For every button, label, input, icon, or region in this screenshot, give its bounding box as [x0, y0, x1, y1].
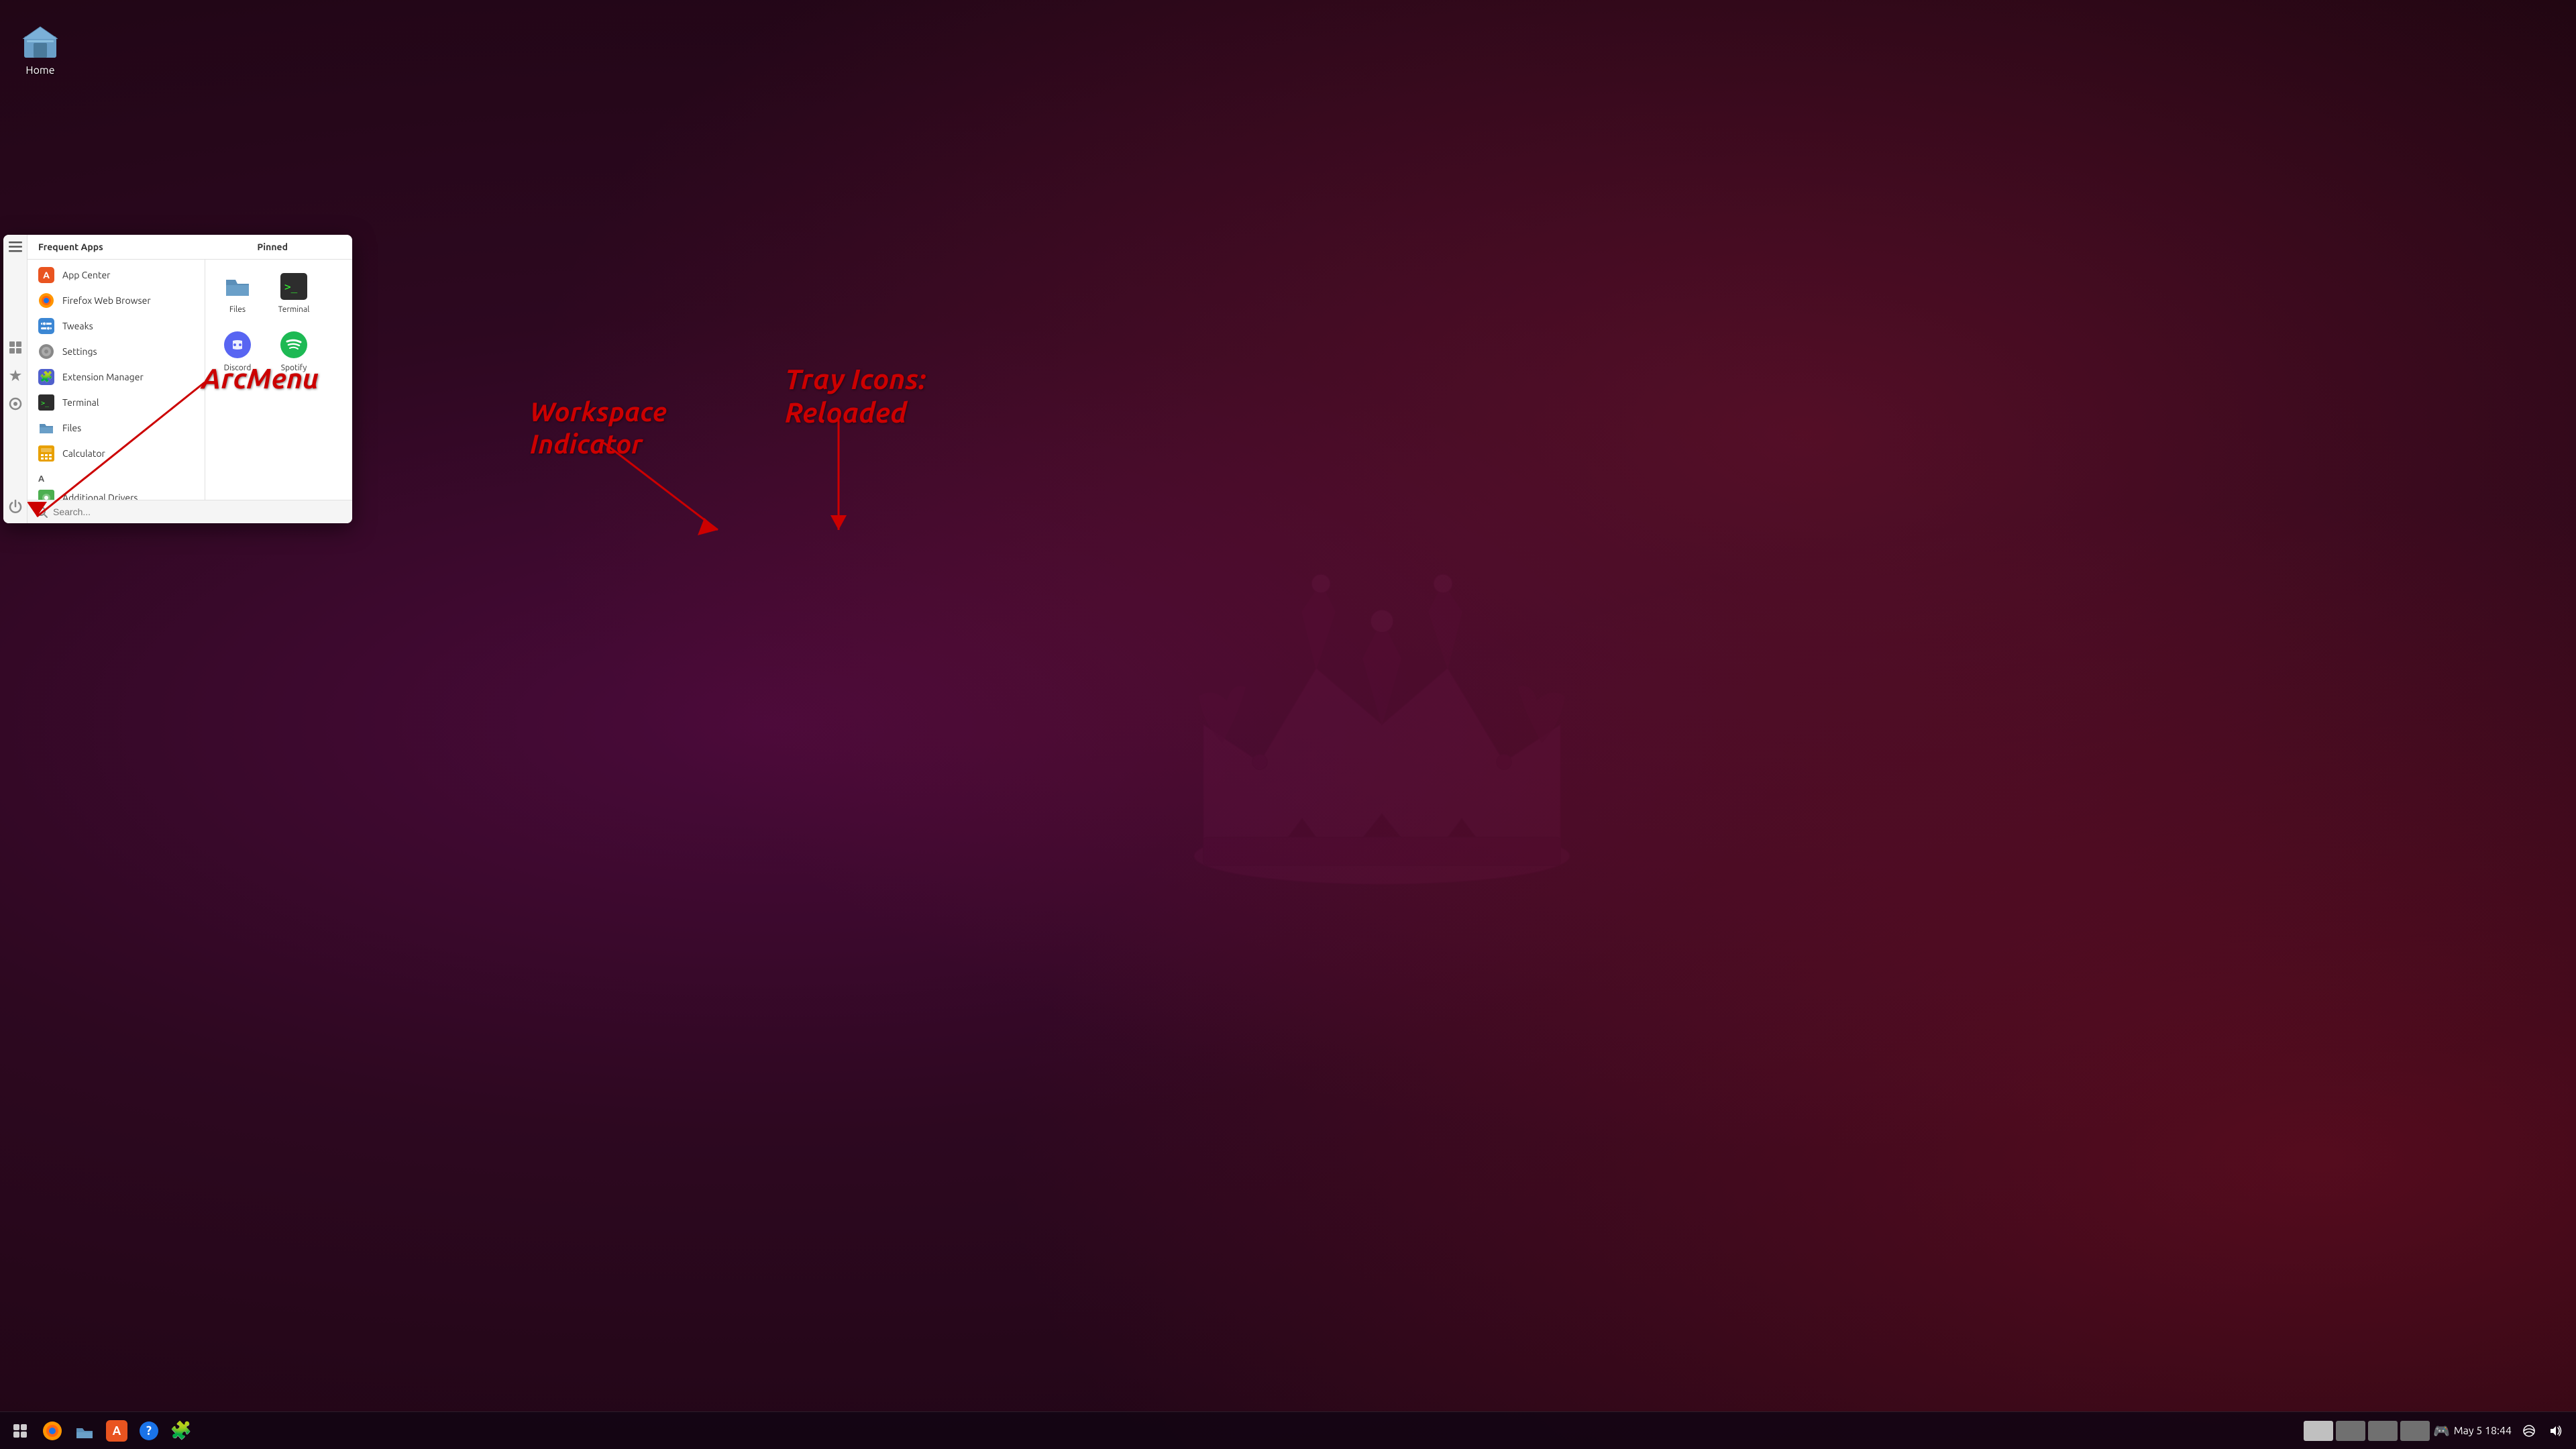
extension-label: Extension Manager — [62, 372, 144, 382]
arcmenu-sections: A App Center — [28, 260, 352, 500]
frequent-apps-header: Frequent Apps — [38, 241, 103, 252]
pinned-header: Pinned — [257, 241, 341, 252]
files-icon — [38, 420, 54, 436]
terminal-label: Terminal — [62, 397, 99, 408]
crown-watermark — [1147, 523, 1617, 926]
menu-item-terminal[interactable]: >_ Terminal — [28, 390, 205, 415]
menu-item-appcenter[interactable]: A App Center — [28, 262, 205, 288]
workspace-1[interactable] — [2304, 1421, 2333, 1441]
taskbar-files[interactable] — [70, 1416, 99, 1446]
pinned-discord-label: Discord — [224, 364, 252, 372]
taskbar: A ? 🧩 🎮 May 5 18:44 — [0, 1411, 2576, 1449]
files-label: Files — [62, 423, 81, 433]
additional-drivers-icon — [38, 490, 54, 500]
menu-item-settings[interactable]: Settings — [28, 339, 205, 364]
tweaks-icon — [38, 318, 54, 334]
svg-text:A: A — [113, 1424, 121, 1438]
taskbar-activities-button[interactable] — [5, 1416, 35, 1446]
menu-item-extension[interactable]: 🧩 Extension Manager — [28, 364, 205, 390]
taskbar-game-icon[interactable]: 🎮 — [2432, 1421, 2451, 1440]
section-letter-a: A — [28, 472, 205, 485]
additional-drivers-label: Additional Drivers — [62, 492, 138, 500]
pinned-spotify-icon — [279, 330, 309, 360]
pinned-spotify-label: Spotify — [281, 364, 307, 372]
taskbar-help[interactable]: ? — [134, 1416, 164, 1446]
svg-text:>_: >_ — [41, 400, 50, 407]
pinned-files-icon — [223, 272, 252, 301]
appcenter-icon: A — [38, 267, 54, 283]
settings-icon — [38, 343, 54, 360]
pinned-panel: Files >_ Terminal — [205, 260, 352, 500]
frequent-apps-panel: A App Center — [28, 260, 205, 500]
tweaks-label: Tweaks — [62, 321, 93, 331]
taskbar-volume-icon[interactable] — [2546, 1421, 2565, 1440]
taskbar-right: May 5 18:44 — [2454, 1421, 2571, 1440]
svg-text:>_: >_ — [284, 280, 298, 293]
taskbar-network-icon[interactable] — [2520, 1421, 2538, 1440]
taskbar-datetime: May 5 18:44 — [2454, 1425, 2512, 1437]
workspace-indicators — [2304, 1421, 2430, 1441]
calculator-label: Calculator — [62, 448, 105, 459]
arcmenu-search — [28, 500, 352, 523]
nav-icon-power[interactable] — [8, 499, 23, 517]
pinned-item-terminal[interactable]: >_ Terminal — [267, 265, 321, 321]
pinned-terminal-icon: >_ — [279, 272, 309, 301]
pinned-discord-icon — [223, 330, 252, 360]
pinned-item-files[interactable]: Files — [211, 265, 264, 321]
taskbar-firefox[interactable] — [38, 1416, 67, 1446]
taskbar-appcenter[interactable]: A — [102, 1416, 131, 1446]
workspace-2[interactable] — [2336, 1421, 2365, 1441]
pinned-files-label: Files — [229, 305, 246, 314]
arcmenu-popup: Frequent Apps Pinned A App — [3, 235, 352, 523]
appcenter-label: App Center — [62, 270, 110, 280]
menu-item-files[interactable]: Files — [28, 415, 205, 441]
menu-item-additional-drivers[interactable]: Additional Drivers — [28, 485, 205, 500]
nav-icon-pinned[interactable] — [8, 368, 23, 386]
pinned-grid: Files >_ Terminal — [211, 265, 347, 379]
menu-item-firefox[interactable]: Firefox Web Browser — [28, 288, 205, 313]
desktop: Home — [0, 0, 2576, 1449]
terminal-icon: >_ — [38, 394, 54, 411]
workspace-3[interactable] — [2368, 1421, 2398, 1441]
menu-item-calculator[interactable]: Calculator — [28, 441, 205, 466]
nav-icon-hamburger[interactable] — [9, 241, 22, 255]
menu-item-tweaks[interactable]: Tweaks — [28, 313, 205, 339]
pinned-item-spotify[interactable]: Spotify — [267, 323, 321, 379]
desktop-icon-home[interactable]: Home — [13, 13, 67, 82]
nav-icon-settings[interactable] — [8, 396, 23, 414]
search-icon — [36, 506, 48, 518]
taskbar-extensions[interactable]: 🧩 — [166, 1416, 196, 1446]
firefox-label: Firefox Web Browser — [62, 295, 151, 306]
home-folder-icon — [19, 19, 62, 62]
svg-text:A: A — [43, 270, 50, 280]
extension-icon: 🧩 — [38, 369, 54, 385]
settings-label: Settings — [62, 346, 97, 357]
arcmenu-header: Frequent Apps Pinned — [28, 235, 352, 260]
workspace-4[interactable] — [2400, 1421, 2430, 1441]
nav-icon-recent[interactable] — [8, 340, 23, 358]
svg-text:?: ? — [146, 1424, 152, 1438]
svg-text:🧩: 🧩 — [40, 370, 53, 383]
search-input[interactable] — [53, 506, 344, 517]
pinned-item-discord[interactable]: Discord — [211, 323, 264, 379]
pinned-terminal-label: Terminal — [278, 305, 310, 314]
calculator-icon — [38, 445, 54, 462]
firefox-icon — [38, 292, 54, 309]
home-label: Home — [25, 64, 54, 76]
